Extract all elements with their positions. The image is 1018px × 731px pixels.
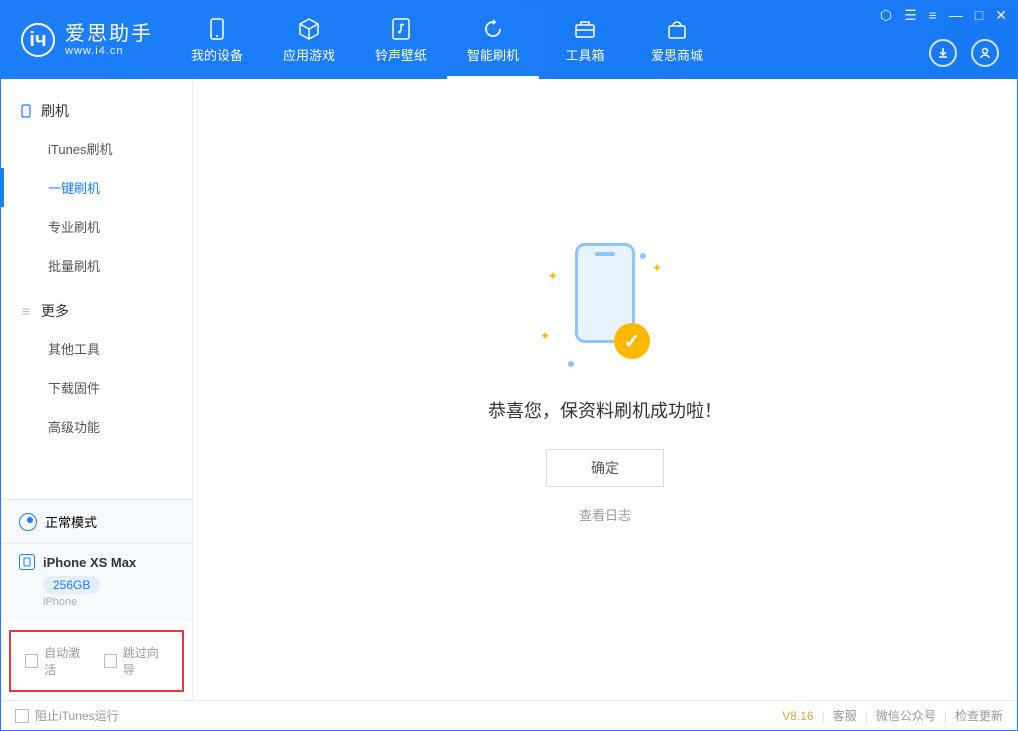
option-auto-activate[interactable]: 自动激活 — [25, 644, 90, 678]
app-url: www.i4.cn — [65, 45, 153, 57]
logo-icon: iч — [21, 23, 55, 57]
app-title: 爱思助手 — [65, 23, 153, 45]
dot-icon — [568, 361, 574, 367]
nav-label: 爱思商城 — [651, 45, 703, 64]
footer-left: 阻止iTunes运行 — [15, 707, 119, 724]
sidebar-bottom: 正常模式 iPhone XS Max 256GB iPhone 自动激活 — [1, 499, 192, 700]
nav-tab-apps[interactable]: 应用游戏 — [263, 1, 355, 79]
device-row[interactable]: iPhone XS Max 256GB iPhone — [1, 544, 192, 622]
checkbox-icon[interactable] — [104, 654, 117, 668]
menu-icon[interactable]: ≡ — [929, 7, 937, 24]
sidebar-group-flash: 刷机 — [1, 97, 192, 129]
capacity-badge: 256GB — [43, 576, 100, 594]
header-right — [929, 39, 999, 67]
options-row: 自动激活 跳过向导 — [9, 630, 184, 692]
nav-tab-device[interactable]: 我的设备 — [171, 1, 263, 79]
sidebar-item-oneclick[interactable]: 一键刷机 — [1, 168, 192, 207]
nav-label: 工具箱 — [565, 45, 604, 64]
mode-icon — [19, 513, 37, 531]
list-small-icon: ≡ — [19, 304, 33, 318]
sidebar-group-more: ≡ 更多 — [1, 297, 192, 329]
maximize-button[interactable]: □ — [975, 7, 983, 24]
sidebar-item-pro[interactable]: 专业刷机 — [1, 207, 192, 246]
titlebar-controls: ⬡ ☰ ≡ — □ ✕ — [880, 7, 1007, 24]
footer: 阻止iTunes运行 V8.16 | 客服 | 微信公众号 | 检查更新 — [1, 700, 1017, 730]
header: ⬡ ☰ ≡ — □ ✕ iч 爱思助手 www.i4.cn 我的设备 应用游戏 — [1, 1, 1017, 79]
user-button[interactable] — [971, 39, 999, 67]
logo-text: 爱思助手 www.i4.cn — [65, 23, 153, 57]
nav-tab-ringtones[interactable]: 铃声壁纸 — [355, 1, 447, 79]
device-icon — [205, 17, 229, 41]
close-button[interactable]: ✕ — [995, 7, 1007, 24]
device-name-row: iPhone XS Max — [19, 554, 174, 570]
nav-label: 我的设备 — [191, 45, 243, 64]
ok-button[interactable]: 确定 — [546, 449, 664, 487]
nav-tab-flash[interactable]: 智能刷机 — [447, 1, 539, 79]
sidebar-item-itunes[interactable]: iTunes刷机 — [1, 129, 192, 168]
minimize-button[interactable]: — — [949, 7, 963, 24]
nav-label: 智能刷机 — [467, 45, 519, 64]
cube-icon — [297, 17, 321, 41]
sidebar: 刷机 iTunes刷机 一键刷机 专业刷机 批量刷机 ≡ 更多 其他工具 下载固… — [1, 79, 193, 700]
list-icon[interactable]: ☰ — [904, 7, 917, 24]
toolbox-icon — [573, 17, 597, 41]
success-panel: ✦ ✦ ✦ ✓ 恭喜您，保资料刷机成功啦！ 确定 查看日志 — [395, 229, 815, 525]
sidebar-item-batch[interactable]: 批量刷机 — [1, 246, 192, 285]
mode-label: 正常模式 — [45, 512, 97, 531]
shirt-icon[interactable]: ⬡ — [880, 7, 892, 24]
device-small-icon — [19, 554, 35, 570]
option-skip-wizard[interactable]: 跳过向导 — [104, 644, 169, 678]
shop-icon — [665, 17, 689, 41]
nav-tabs: 我的设备 应用游戏 铃声壁纸 智能刷机 工具箱 爱思商城 — [171, 1, 723, 79]
dot-icon — [640, 253, 646, 259]
group-label: 更多 — [41, 301, 69, 321]
group-label: 刷机 — [41, 101, 69, 121]
sparkle-icon: ✦ — [548, 269, 558, 283]
checkbox-icon[interactable] — [15, 709, 29, 723]
logo: iч 爱思助手 www.i4.cn — [1, 23, 171, 57]
version-label: V8.16 — [782, 709, 813, 723]
success-message: 恭喜您，保资料刷机成功啦！ — [395, 397, 815, 423]
content-area: ✦ ✦ ✦ ✓ 恭喜您，保资料刷机成功啦！ 确定 查看日志 — [193, 79, 1017, 700]
footer-link-wechat[interactable]: 微信公众号 — [876, 707, 936, 724]
download-button[interactable] — [929, 39, 957, 67]
check-badge-icon: ✓ — [614, 323, 650, 359]
checkbox-icon[interactable] — [25, 654, 38, 668]
block-itunes-label[interactable]: 阻止iTunes运行 — [35, 707, 119, 724]
sparkle-icon: ✦ — [540, 329, 550, 343]
view-log-link[interactable]: 查看日志 — [579, 508, 631, 523]
option-label: 跳过向导 — [123, 644, 168, 678]
sidebar-item-other[interactable]: 其他工具 — [1, 329, 192, 368]
device-name: iPhone XS Max — [43, 555, 136, 570]
music-icon — [389, 17, 413, 41]
phone-small-icon — [19, 104, 33, 118]
sidebar-item-firmware[interactable]: 下载固件 — [1, 368, 192, 407]
nav-label: 铃声壁纸 — [375, 45, 427, 64]
device-sub: iPhone — [43, 596, 174, 616]
phone-illustration: ✦ ✦ ✦ ✓ — [540, 243, 670, 373]
footer-right: V8.16 | 客服 | 微信公众号 | 检查更新 — [782, 707, 1003, 724]
sidebar-scroll: 刷机 iTunes刷机 一键刷机 专业刷机 批量刷机 ≡ 更多 其他工具 下载固… — [1, 79, 192, 499]
refresh-icon — [481, 17, 505, 41]
footer-link-support[interactable]: 客服 — [833, 707, 857, 724]
nav-label: 应用游戏 — [283, 45, 335, 64]
body: 刷机 iTunes刷机 一键刷机 专业刷机 批量刷机 ≡ 更多 其他工具 下载固… — [1, 79, 1017, 700]
sparkle-icon: ✦ — [652, 261, 662, 275]
nav-tab-toolbox[interactable]: 工具箱 — [539, 1, 631, 79]
app-window: ⬡ ☰ ≡ — □ ✕ iч 爱思助手 www.i4.cn 我的设备 应用游戏 — [0, 0, 1018, 731]
footer-link-update[interactable]: 检查更新 — [955, 707, 1003, 724]
option-label: 自动激活 — [44, 644, 89, 678]
nav-tab-shop[interactable]: 爱思商城 — [631, 1, 723, 79]
mode-row[interactable]: 正常模式 — [1, 500, 192, 544]
sidebar-item-advanced[interactable]: 高级功能 — [1, 407, 192, 446]
